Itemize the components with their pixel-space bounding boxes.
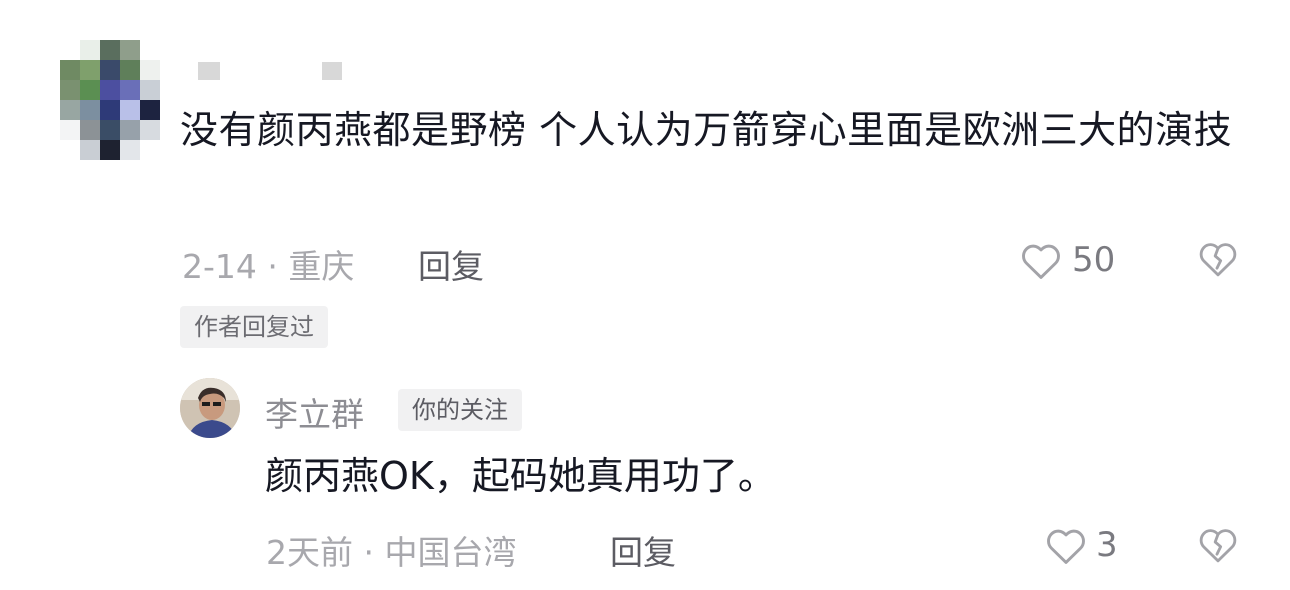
commenter-avatar[interactable] xyxy=(60,40,160,160)
reply-text: 颜丙燕OK，起码她真用功了。 xyxy=(265,454,776,498)
comment-date-location: 2-14 · 重庆 xyxy=(182,247,355,286)
reply-like-count: 3 xyxy=(1096,525,1118,565)
author-replied-tag: 作者回复过 xyxy=(180,306,328,348)
broken-heart-icon[interactable] xyxy=(1198,240,1238,278)
comment-text: 没有颜丙燕都是野榜 个人认为万箭穿心里面是欧洲三大的演技 xyxy=(180,108,1233,152)
avatar-photo xyxy=(180,378,240,438)
reply-reply-button[interactable]: 回复 xyxy=(610,526,676,574)
broken-heart-icon[interactable] xyxy=(1198,526,1238,564)
reply-date-location: 2天前 · 中国台湾 xyxy=(266,533,517,572)
comment-reply-button[interactable]: 回复 xyxy=(418,240,484,288)
reply-user-avatar[interactable] xyxy=(180,378,240,438)
heart-outline-icon[interactable] xyxy=(1045,527,1087,565)
following-badge: 你的关注 xyxy=(398,389,522,431)
comment-like-count: 50 xyxy=(1072,240,1116,280)
commenter-name-blurred-2 xyxy=(322,62,342,80)
heart-outline-icon[interactable] xyxy=(1020,242,1062,280)
commenter-name-blurred[interactable] xyxy=(198,62,220,80)
reply-user-name[interactable]: 李立群 xyxy=(265,388,364,436)
